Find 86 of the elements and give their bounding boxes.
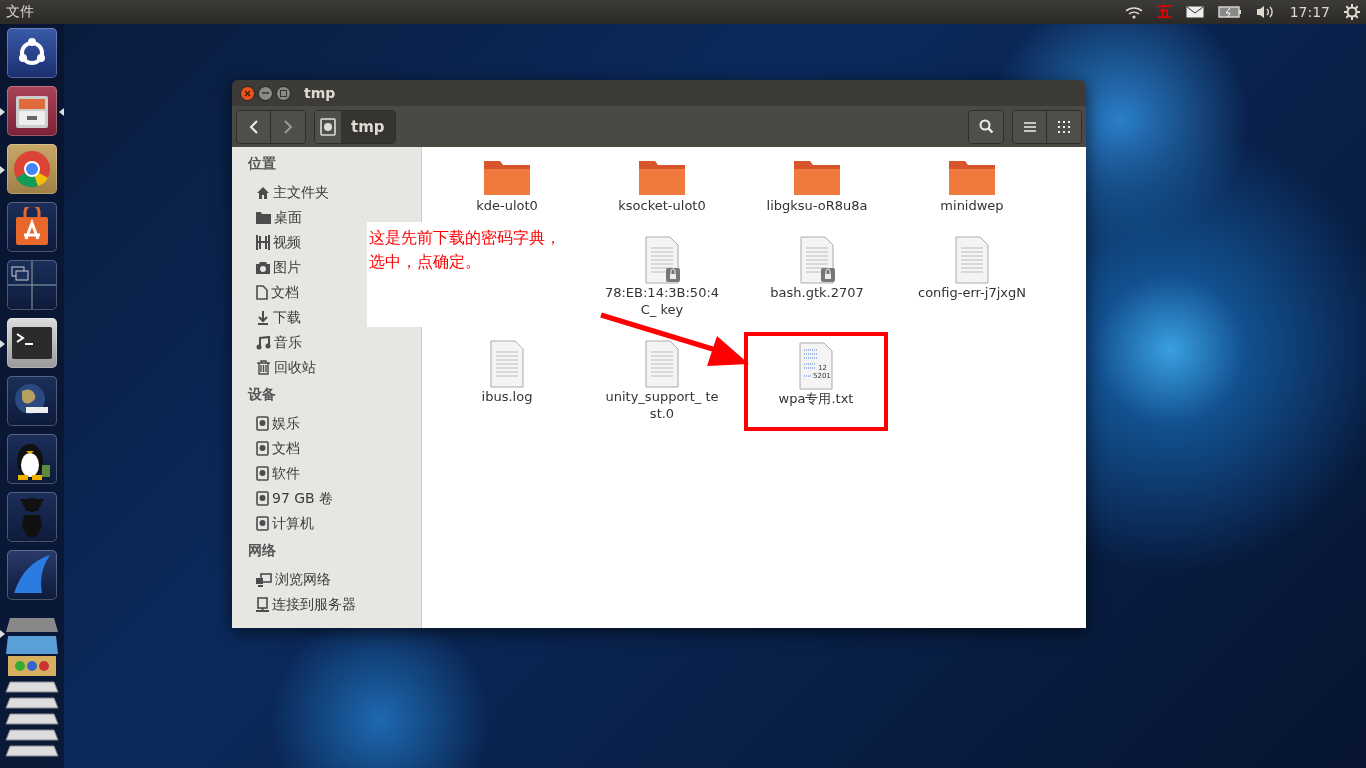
terminal-icon[interactable] [7, 318, 57, 368]
drive-button[interactable] [315, 110, 341, 143]
sidebar-heading: 位置 [247, 155, 277, 173]
drive-icon [320, 117, 336, 136]
shopping-bag-icon[interactable] [7, 202, 57, 252]
volume-icon[interactable] [1255, 5, 1276, 19]
sidebar-heading: 网络 [247, 542, 277, 560]
sidebar-item[interactable]: 连接到服务器 [256, 592, 356, 617]
download-icon [256, 310, 270, 325]
folder-icon [256, 211, 271, 224]
clock[interactable]: 17:17 [1289, 4, 1330, 20]
close-icon [244, 89, 251, 97]
globe-icon[interactable] [7, 376, 57, 426]
list-icon [1023, 121, 1036, 132]
trash-icon [256, 360, 271, 375]
sidebar-item[interactable]: 娱乐 [256, 411, 300, 436]
fin-icon[interactable] [7, 550, 57, 600]
sidebar-item[interactable]: 音乐 [256, 330, 302, 355]
sidebar-item[interactable]: 浏览网络 [256, 567, 331, 592]
list-view-button[interactable] [1013, 110, 1047, 143]
sidebar-item[interactable]: 文档 [256, 280, 299, 305]
path-button[interactable]: tmp [341, 110, 395, 143]
drive-icon [256, 516, 269, 531]
locked-document-icon [642, 236, 682, 284]
round-logo-icon[interactable] [7, 144, 57, 194]
search-icon [978, 119, 994, 134]
file-item[interactable]: kde-ulot0 [447, 155, 567, 220]
text-document-icon [952, 236, 992, 284]
sidebar-item[interactable]: 视频 [256, 230, 301, 255]
sidebar-item[interactable]: 软件 [256, 461, 300, 486]
locked-document-icon [797, 236, 837, 284]
file-item[interactable]: ksocket-ulot0 [602, 155, 722, 220]
back-button[interactable] [237, 110, 271, 143]
file-cabinet-icon[interactable] [7, 86, 57, 136]
sidebar-item[interactable]: 图片 [256, 255, 301, 280]
file-item[interactable]: 78:EB:14:3B:50:4C_ key [602, 234, 722, 324]
minimize-button[interactable] [258, 85, 273, 101]
film-icon [256, 235, 270, 250]
music-note-icon [256, 335, 271, 350]
sidebar-item[interactable]: 回收站 [256, 355, 316, 380]
file-item[interactable]: unity_support_ test.0 [602, 338, 722, 431]
grid-icon [1058, 120, 1070, 133]
maximize-button[interactable] [276, 85, 291, 101]
file-item[interactable]: bash.gtk.2707 [757, 234, 877, 324]
server-icon [256, 597, 269, 612]
grid-view-button[interactable] [1047, 110, 1081, 143]
forward-button[interactable] [271, 110, 305, 143]
sidebar-item[interactable]: 下载 [256, 305, 301, 330]
annotation-text: 这是先前下载的密码字典， [369, 227, 562, 249]
battery-icon[interactable] [1217, 6, 1242, 18]
sidebar-item[interactable]: 文档 [256, 436, 300, 461]
drive-icon [256, 466, 269, 481]
workspaces-icon[interactable] [7, 260, 57, 310]
camera-icon [256, 261, 270, 274]
sidebar-item[interactable]: 计算机 [256, 511, 314, 536]
drive-icon [256, 416, 269, 431]
text-document-icon [642, 340, 682, 388]
back-icon [248, 119, 259, 134]
drive-icon [256, 491, 269, 506]
sidebar-item[interactable]: 桌面 [256, 205, 302, 230]
penguin-icon[interactable] [7, 434, 57, 484]
text-document-icon [487, 340, 527, 388]
sidebar-heading: 设备 [246, 386, 277, 404]
cartoon-figure-icon[interactable] [7, 492, 57, 542]
ubuntu-logo-icon[interactable] [7, 28, 57, 78]
annotation-text: 选中，点确定。 [369, 251, 482, 273]
mail-icon[interactable] [1185, 6, 1204, 18]
minimize-icon [262, 92, 269, 94]
settings-icon[interactable] [1344, 4, 1360, 20]
sidebar-item[interactable]: 主文件夹 [256, 180, 329, 205]
forward-icon [283, 119, 293, 134]
document-icon [256, 285, 268, 300]
app-menu[interactable]: 文件 [6, 3, 34, 21]
file-item[interactable]: config-err-j7jxgN [912, 234, 1032, 324]
home-icon [256, 185, 270, 200]
search-button[interactable] [969, 110, 1003, 143]
drive-icon [256, 441, 269, 456]
maximize-icon [280, 89, 287, 97]
close-button[interactable] [240, 85, 255, 101]
wifi-icon[interactable] [1124, 5, 1143, 19]
sidebar-item[interactable]: 97 GB 卷 [256, 486, 334, 511]
file-item[interactable]: ibus.log [447, 338, 567, 431]
window-title: tmp [304, 85, 336, 101]
file-item[interactable]: minidwep [912, 155, 1032, 220]
network-icon [256, 572, 272, 587]
file-item[interactable]: libgksu-oR8u8a [757, 155, 877, 220]
